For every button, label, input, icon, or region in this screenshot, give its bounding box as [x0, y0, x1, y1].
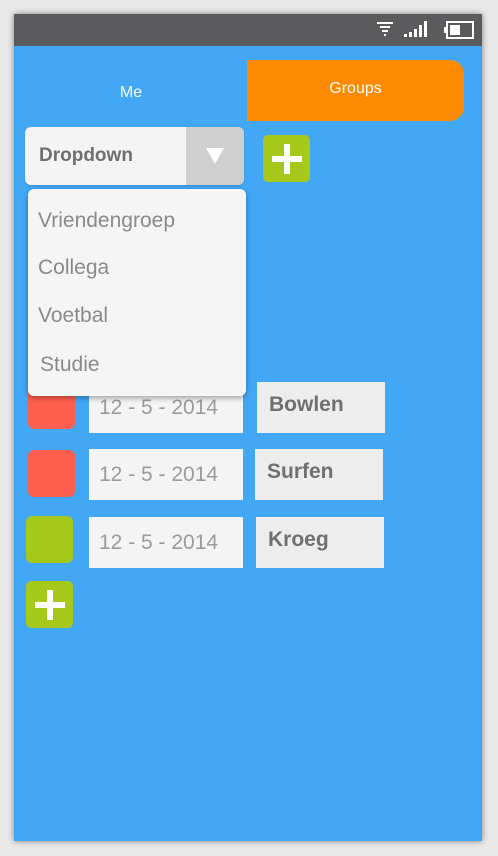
wifi-icon: [376, 20, 394, 43]
event-date-field[interactable]: 12 - 5 - 2014: [89, 449, 243, 500]
status-bar: [14, 14, 482, 46]
event-name-field[interactable]: Kroeg: [256, 517, 384, 568]
event-name-field[interactable]: Surfen: [255, 449, 383, 500]
plus-icon: [271, 143, 302, 174]
tab-groups[interactable]: Groups: [247, 60, 464, 121]
signal-icon: [404, 20, 432, 43]
menu-item-voetbal[interactable]: Voetbal: [38, 304, 108, 328]
event-color-swatch[interactable]: [28, 450, 75, 497]
battery-icon: [444, 21, 474, 44]
chevron-down-icon: [206, 148, 224, 164]
tab-me[interactable]: Me: [14, 60, 248, 120]
plus-icon: [34, 589, 65, 620]
menu-item-vriendengroep[interactable]: Vriendengroep: [38, 209, 175, 233]
dropdown-label: Dropdown: [39, 145, 133, 166]
dropdown-menu: Vriendengroep Collega Voetbal Studie: [28, 189, 246, 396]
group-dropdown[interactable]: Dropdown: [25, 127, 244, 185]
event-date-field[interactable]: 12 - 5 - 2014: [89, 517, 243, 568]
event-name-field[interactable]: Bowlen: [257, 382, 385, 433]
add-event-button[interactable]: [26, 581, 73, 628]
app-screen: Me Groups Dropdown 12 - 5 - 2014 Bowlen …: [14, 14, 482, 841]
add-group-button[interactable]: [263, 135, 310, 182]
menu-item-collega[interactable]: Collega: [38, 256, 109, 280]
dropdown-toggle[interactable]: [186, 127, 244, 185]
event-color-swatch[interactable]: [26, 516, 73, 563]
menu-item-studie[interactable]: Studie: [40, 353, 100, 377]
